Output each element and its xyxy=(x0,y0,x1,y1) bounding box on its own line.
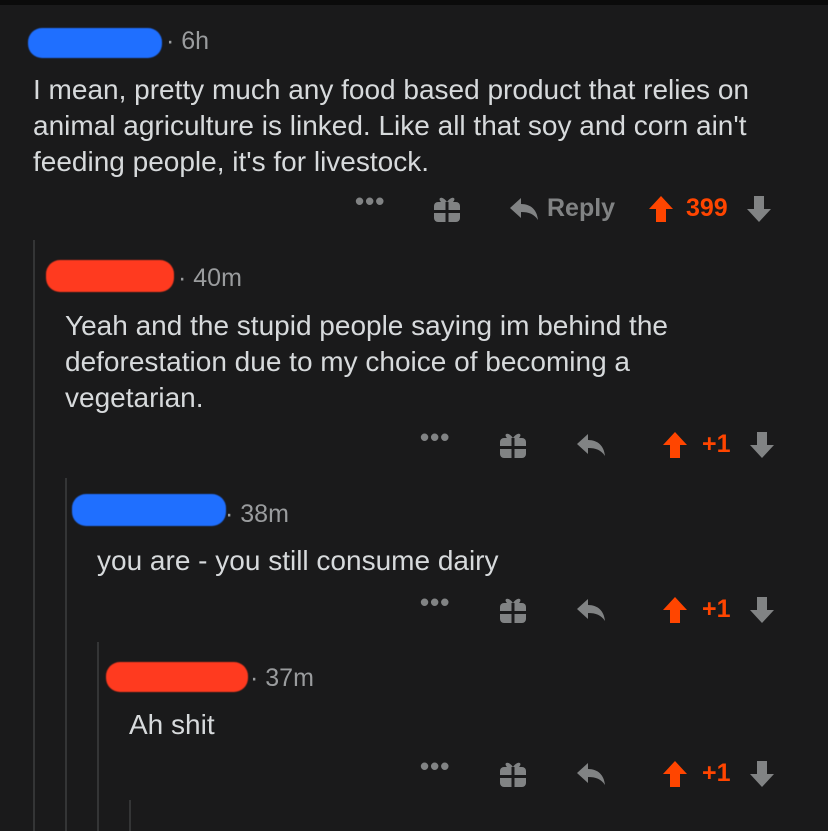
vote-controls: +1 xyxy=(662,430,775,459)
thread-line[interactable] xyxy=(33,240,35,831)
comment-timestamp: · 38m xyxy=(225,500,289,528)
vote-score: +1 xyxy=(702,595,731,623)
reply-arrow-icon xyxy=(510,197,538,220)
reply-button[interactable] xyxy=(576,597,606,623)
gift-award-icon xyxy=(434,197,460,222)
upvote-arrow-icon[interactable] xyxy=(662,760,688,788)
comment-actions: ••• +1 xyxy=(0,422,828,468)
redacted-username[interactable] xyxy=(106,662,248,692)
downvote-arrow-icon[interactable] xyxy=(749,431,775,459)
redacted-username[interactable] xyxy=(46,260,174,292)
reply-arrow-icon xyxy=(577,599,605,621)
comment-actions: ••• +1 xyxy=(0,751,828,797)
gift-award-icon xyxy=(500,762,526,787)
more-button[interactable]: ••• xyxy=(420,587,450,618)
comment-body: you are - you still consume dairy xyxy=(97,545,499,576)
vote-score: 399 xyxy=(686,194,728,222)
downvote-arrow-icon[interactable] xyxy=(749,760,775,788)
reply-button[interactable] xyxy=(576,432,606,458)
comment-timestamp: · 6h xyxy=(166,27,210,55)
gift-award-icon xyxy=(500,433,526,458)
award-button[interactable] xyxy=(498,759,528,789)
redacted-username[interactable] xyxy=(72,494,226,526)
vote-controls: +1 xyxy=(662,759,775,788)
comment-body: I mean, pretty much any food based produ… xyxy=(33,74,749,177)
comment-timestamp: · 37m xyxy=(250,664,314,692)
thread-line[interactable] xyxy=(97,642,99,831)
comment-actions: ••• Reply 399 xyxy=(0,186,828,232)
downvote-arrow-icon[interactable] xyxy=(746,195,772,223)
gift-award-icon xyxy=(500,598,526,623)
comment-timestamp: · 40m xyxy=(178,264,242,292)
vote-score: +1 xyxy=(702,430,731,458)
award-button[interactable] xyxy=(498,430,528,460)
downvote-arrow-icon[interactable] xyxy=(749,596,775,624)
upvote-arrow-icon[interactable] xyxy=(662,596,688,624)
more-button[interactable]: ••• xyxy=(355,186,385,217)
reply-button[interactable] xyxy=(576,761,606,787)
comment-body: Ah shit xyxy=(129,709,215,740)
upvote-arrow-icon[interactable] xyxy=(662,431,688,459)
award-button[interactable] xyxy=(498,595,528,625)
comment-body: Yeah and the stupid people saying im beh… xyxy=(65,310,668,413)
redacted-username[interactable] xyxy=(28,28,162,58)
reply-label: Reply xyxy=(547,194,616,222)
vote-score: +1 xyxy=(702,759,731,787)
upvote-arrow-icon[interactable] xyxy=(648,195,674,223)
reply-arrow-icon xyxy=(577,763,605,785)
thread-line[interactable] xyxy=(129,800,131,831)
award-button[interactable] xyxy=(432,194,462,224)
vote-controls: +1 xyxy=(662,595,775,624)
reply-arrow-icon xyxy=(577,434,605,456)
reply-button[interactable]: Reply xyxy=(509,194,615,223)
more-button[interactable]: ••• xyxy=(420,751,450,782)
comment-actions: ••• +1 xyxy=(0,587,828,633)
more-button[interactable]: ••• xyxy=(420,422,450,453)
vote-controls: 399 xyxy=(648,194,772,223)
top-divider xyxy=(0,0,828,5)
